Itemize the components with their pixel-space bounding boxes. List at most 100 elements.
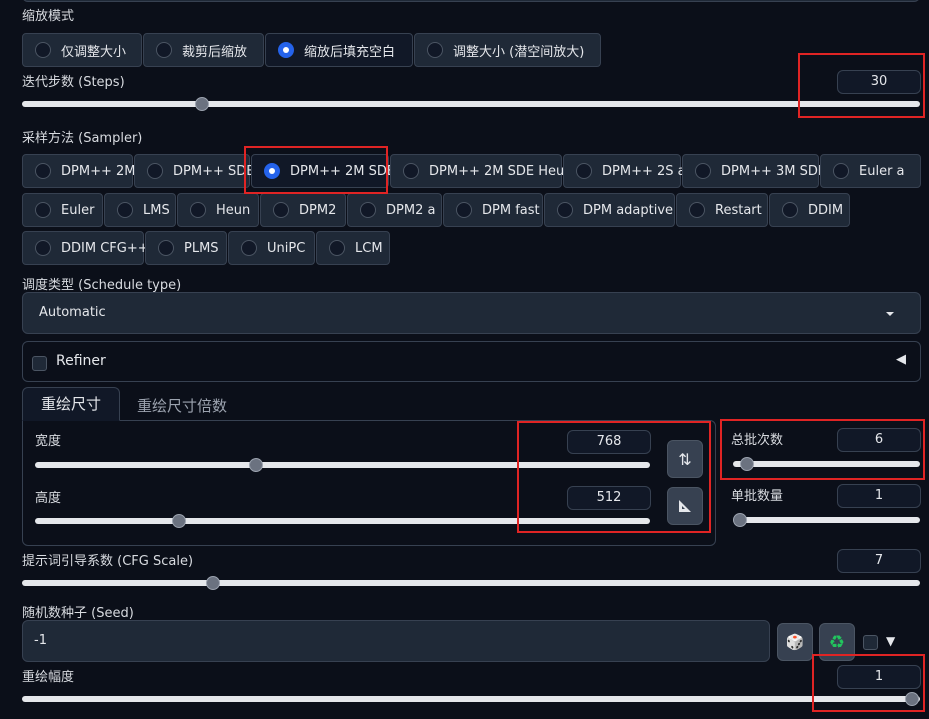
steps-input[interactable]: 30 [837, 70, 921, 94]
radio-icon [117, 202, 133, 218]
schedule-type-dropdown[interactable]: Automatic [22, 292, 921, 334]
denoising-strength-slider-thumb[interactable] [905, 692, 919, 706]
radio-icon [403, 163, 419, 179]
radio-icon [360, 202, 376, 218]
swap-dimensions-button[interactable]: ⇅ [667, 440, 703, 478]
radio-icon [329, 240, 345, 256]
sampler-option[interactable]: DPM fast [443, 193, 543, 227]
tab-resize-scale[interactable]: 重绘尺寸倍数 [137, 395, 227, 416]
top-panel-edge [22, 0, 920, 2]
width-label: 宽度 [35, 434, 62, 449]
radio-icon [273, 202, 289, 218]
radio-icon [35, 202, 51, 218]
sampler-option[interactable]: PLMS [145, 231, 227, 265]
seed-input[interactable]: -1 [22, 620, 770, 662]
radio-selected-icon [278, 42, 294, 58]
resize-option-crop-resize[interactable]: 裁剪后缩放 [143, 33, 264, 67]
extra-seed-toggle-icon[interactable]: ▼ [886, 634, 895, 648]
denoising-strength-slider-track[interactable] [22, 696, 920, 702]
sampler-option[interactable]: DPM++ 3M SDE [682, 154, 826, 188]
seed-label: 随机数种子 (Seed) [22, 606, 134, 621]
radio-icon [35, 42, 51, 58]
sampler-option[interactable]: DPM2 a [347, 193, 442, 227]
radio-icon [782, 202, 798, 218]
refiner-checkbox[interactable] [32, 356, 47, 371]
recycle-icon: ♻ [828, 631, 846, 653]
radio-icon [35, 163, 51, 179]
steps-label: 迭代步数 (Steps) [22, 75, 125, 90]
height-label: 高度 [35, 491, 62, 506]
batch-size-label: 单批数量 [731, 489, 784, 504]
denoising-strength-label: 重绘幅度 [22, 670, 75, 685]
swap-icon: ⇅ [678, 449, 692, 469]
random-seed-button[interactable]: 🎲 [777, 623, 813, 661]
radio-icon [427, 42, 443, 58]
sampler-option[interactable]: Heun [177, 193, 259, 227]
resize-option-latent-upscale[interactable]: 调整大小 (潜空间放大) [414, 33, 601, 67]
cfg-scale-input[interactable]: 7 [837, 549, 921, 573]
radio-icon [833, 163, 849, 179]
cfg-scale-slider-thumb[interactable] [206, 576, 220, 590]
height-input[interactable]: 512 [567, 486, 651, 510]
sampler-option[interactable]: DPM adaptive [544, 193, 675, 227]
cfg-scale-label: 提示词引导系数 (CFG Scale) [22, 554, 194, 569]
aspect-ratio-button[interactable] [667, 487, 703, 525]
radio-icon [35, 240, 51, 256]
height-slider-track[interactable] [35, 518, 650, 524]
radio-icon [156, 42, 172, 58]
width-slider-track[interactable] [35, 462, 650, 468]
steps-slider-track[interactable] [22, 101, 920, 107]
batch-count-slider-thumb[interactable] [740, 457, 754, 471]
sampler-label: 采样方法 (Sampler) [22, 131, 143, 146]
sampler-option[interactable]: LCM [316, 231, 390, 265]
batch-count-label: 总批次数 [731, 433, 784, 448]
sampler-option[interactable]: LMS [104, 193, 176, 227]
steps-slider-thumb[interactable] [195, 97, 209, 111]
radio-icon [190, 202, 206, 218]
width-input[interactable]: 768 [567, 430, 651, 454]
radio-selected-icon [264, 163, 280, 179]
radio-icon [576, 163, 592, 179]
sampler-option[interactable]: DPM2 [260, 193, 346, 227]
width-slider-thumb[interactable] [249, 458, 263, 472]
batch-count-input[interactable]: 6 [837, 428, 921, 452]
radio-icon [158, 240, 174, 256]
radio-icon [147, 163, 163, 179]
sampler-option[interactable]: DPM++ 2M [22, 154, 135, 188]
sampler-option[interactable]: Euler a [820, 154, 921, 188]
sampler-option[interactable]: Restart [676, 193, 768, 227]
sampler-option[interactable]: DPM++ SDE [134, 154, 254, 188]
sampler-option[interactable]: DPM++ 2S a [563, 154, 686, 188]
schedule-type-value: Automatic [39, 305, 106, 320]
batch-size-slider-track[interactable] [733, 517, 920, 523]
sampler-option[interactable]: DPM++ 2M SDE Heun [390, 154, 572, 188]
resize-mode-label: 缩放模式 [22, 9, 75, 24]
radio-icon [689, 202, 705, 218]
radio-icon [241, 240, 257, 256]
reuse-seed-button[interactable]: ♻ [819, 623, 855, 661]
extra-seed-checkbox[interactable] [863, 635, 878, 650]
radio-icon [456, 202, 472, 218]
radio-icon [557, 202, 573, 218]
sampler-option[interactable]: DDIM [769, 193, 850, 227]
denoising-strength-input[interactable]: 1 [837, 665, 921, 689]
height-slider-thumb[interactable] [172, 514, 186, 528]
dice-icon: 🎲 [785, 633, 805, 651]
batch-size-input[interactable]: 1 [837, 484, 921, 508]
sampler-option-selected[interactable]: DPM++ 2M SDE [251, 154, 395, 188]
batch-size-slider-thumb[interactable] [733, 513, 747, 527]
resize-option-resize-fill[interactable]: 缩放后填充空白 [265, 33, 413, 67]
ruler-triangle-icon [679, 500, 691, 512]
resize-option-just-resize[interactable]: 仅调整大小 [22, 33, 142, 67]
refiner-accordion[interactable]: Refiner ◀ [22, 341, 921, 382]
chevron-down-icon [886, 312, 894, 316]
cfg-scale-slider-track[interactable] [22, 580, 920, 586]
sampler-option[interactable]: UniPC [228, 231, 315, 265]
collapse-arrow-icon[interactable]: ◀ [896, 352, 906, 367]
batch-count-slider-track[interactable] [733, 461, 920, 467]
tab-resize-dimensions[interactable]: 重绘尺寸 [22, 387, 120, 421]
radio-icon [695, 163, 711, 179]
schedule-type-label: 调度类型 (Schedule type) [22, 278, 182, 293]
sampler-option[interactable]: DDIM CFG++ [22, 231, 149, 265]
sampler-option[interactable]: Euler [22, 193, 103, 227]
